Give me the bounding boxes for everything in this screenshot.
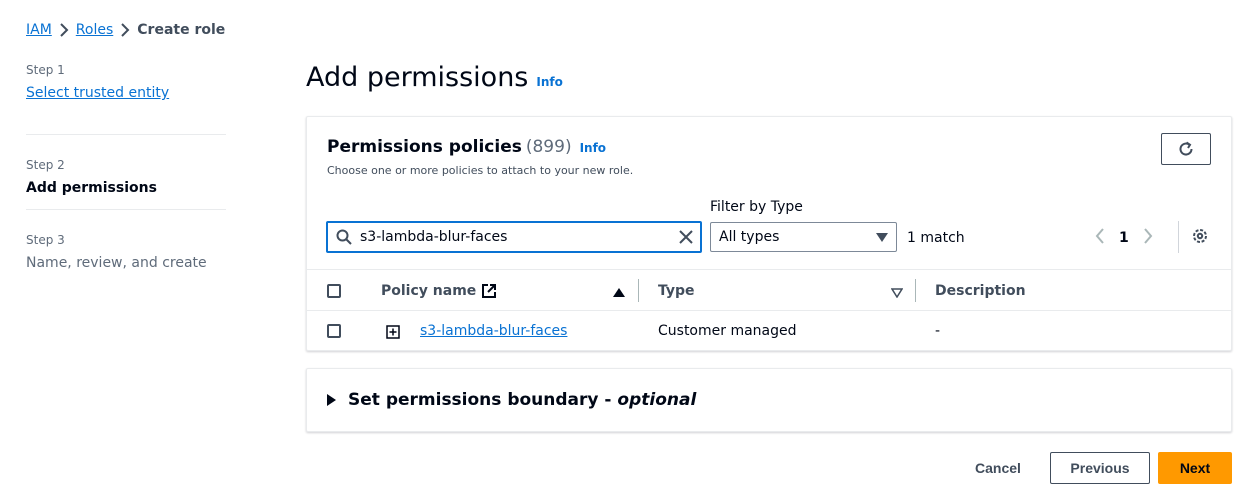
- page-header: Add permissions Info: [306, 62, 563, 93]
- policy-count: (899): [525, 137, 572, 157]
- page-info-link[interactable]: Info: [536, 75, 562, 89]
- policy-search-input[interactable]: s3-lambda-blur-faces: [326, 221, 702, 253]
- next-page-button[interactable]: [1143, 228, 1153, 248]
- refresh-icon: [1179, 141, 1193, 156]
- step-2-number: Step 2: [26, 158, 65, 172]
- sort-icon[interactable]: [891, 288, 903, 298]
- chevron-left-icon: [1095, 228, 1104, 244]
- page-title: Add permissions: [306, 62, 529, 93]
- refresh-button[interactable]: [1161, 133, 1211, 165]
- type-filter-select[interactable]: All types: [710, 222, 897, 252]
- breadcrumb-iam-link[interactable]: IAM: [26, 22, 52, 38]
- previous-button[interactable]: Previous: [1050, 452, 1150, 484]
- policy-type: Customer managed: [658, 323, 797, 339]
- column-type[interactable]: Type: [658, 283, 695, 299]
- step-3: Step 3 Name, review, and create: [26, 210, 226, 285]
- wizard-steps: Step 1 Select trusted entity Step 2 Add …: [26, 60, 226, 285]
- panel-description: Choose one or more policies to attach to…: [327, 164, 634, 177]
- gear-icon: [1193, 229, 1207, 243]
- table-row[interactable]: s3-lambda-blur-faces Customer managed -: [307, 311, 1231, 351]
- column-policy-name-label: Policy name: [381, 283, 477, 299]
- step-2-title: Add permissions: [26, 180, 157, 196]
- chevron-right-icon: [52, 23, 76, 37]
- column-type-label: Type: [658, 283, 695, 299]
- clear-search-button[interactable]: [672, 230, 700, 244]
- filter-by-type-label: Filter by Type: [710, 199, 803, 215]
- policies-info-link[interactable]: Info: [580, 141, 606, 155]
- panel-title-text: Permissions policies: [327, 137, 522, 157]
- step-1-number: Step 1: [26, 63, 65, 77]
- policy-description: -: [935, 323, 941, 339]
- chevron-right-icon: [1143, 228, 1153, 244]
- select-all-checkbox[interactable]: [327, 284, 341, 298]
- permissions-boundary-panel[interactable]: Set permissions boundary - optional: [306, 368, 1232, 432]
- type-filter-value: All types: [719, 229, 780, 245]
- row-checkbox[interactable]: [327, 324, 341, 338]
- step-3-title: Name, review, and create: [26, 255, 207, 271]
- previous-page-button[interactable]: [1095, 228, 1105, 248]
- column-policy-name[interactable]: Policy name: [381, 283, 497, 299]
- panel-title: Permissions policies (899) Info: [327, 137, 633, 157]
- expand-plus-icon[interactable]: [386, 325, 400, 339]
- search-icon: [336, 229, 352, 245]
- policy-name-link[interactable]: s3-lambda-blur-faces: [420, 323, 567, 339]
- page-number[interactable]: 1: [1119, 230, 1129, 246]
- breadcrumb: IAM Roles Create role: [26, 21, 225, 39]
- cancel-button[interactable]: Cancel: [960, 452, 1036, 484]
- sort-ascending-icon[interactable]: [613, 288, 625, 298]
- step-1: Step 1 Select trusted entity: [26, 60, 226, 135]
- column-description-label: Description: [935, 283, 1026, 299]
- boundary-label: Set permissions boundary -: [348, 390, 618, 410]
- step-2: Step 2 Add permissions: [26, 135, 226, 210]
- column-divider[interactable]: [915, 279, 916, 302]
- permissions-policies-panel: Permissions policies (899) Info Choose o…: [306, 116, 1232, 351]
- breadcrumb-current: Create role: [137, 22, 226, 38]
- panel-header: Permissions policies (899) Info Choose o…: [327, 137, 633, 177]
- close-icon: [679, 230, 693, 244]
- match-count: 1 match: [907, 230, 965, 246]
- external-link-icon: [482, 284, 497, 298]
- step-3-number: Step 3: [26, 233, 65, 247]
- breadcrumb-roles-link[interactable]: Roles: [76, 22, 113, 38]
- boundary-optional: optional: [617, 390, 697, 410]
- search-value: s3-lambda-blur-faces: [360, 229, 508, 245]
- column-description[interactable]: Description: [935, 283, 1026, 299]
- table-header: Policy name Type Description: [307, 269, 1231, 311]
- pagination: 1: [1095, 227, 1153, 249]
- pager-divider: [1178, 221, 1179, 253]
- next-button[interactable]: Next: [1158, 452, 1232, 484]
- column-divider[interactable]: [638, 279, 639, 302]
- caret-down-icon: [876, 233, 888, 242]
- step-1-link[interactable]: Select trusted entity: [26, 84, 226, 102]
- chevron-right-icon: [113, 23, 137, 37]
- caret-right-icon: [327, 394, 336, 406]
- table-settings-button[interactable]: [1191, 227, 1209, 249]
